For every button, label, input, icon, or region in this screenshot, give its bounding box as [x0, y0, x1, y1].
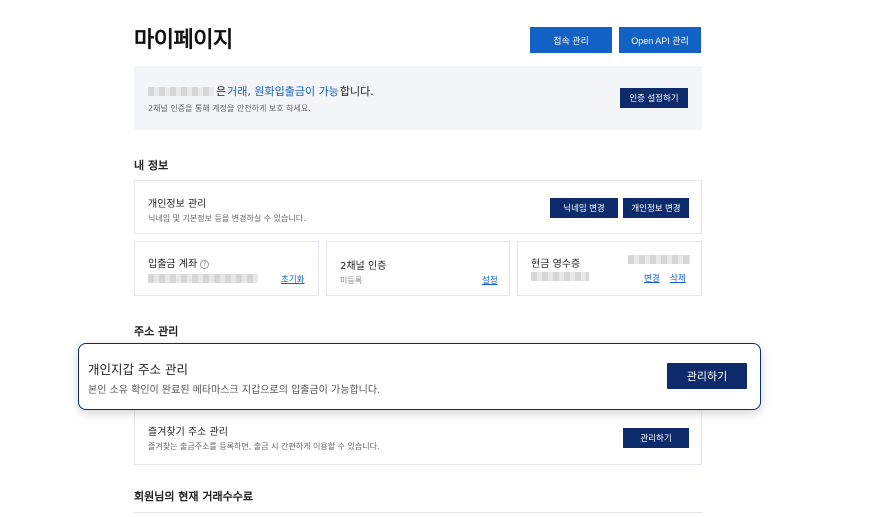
personal-wallet-title: 개인지갑 주소 관리	[88, 362, 188, 377]
receipt-delete-link[interactable]: 삭제	[670, 272, 686, 284]
notice-message: 은 거래, 원화입출금이 가능 합니다.	[148, 83, 374, 99]
favorite-address-manage-button[interactable]: 관리하기	[623, 428, 689, 448]
two-channel-auth-card: 2채널 인증 미등록 설정	[326, 241, 510, 296]
masked-receipt-info	[628, 255, 690, 264]
personal-info-subtitle: 닉네임 및 기본정보 등을 변경하실 수 있습니다.	[148, 214, 306, 223]
masked-receipt-number	[531, 272, 589, 281]
fees-section-title: 회원님의 현재 거래수수료	[134, 490, 253, 503]
access-management-button[interactable]: 접속 관리	[530, 27, 612, 53]
cash-receipt-card: 현금 영수증 변경 삭제	[517, 241, 702, 296]
masked-account-number	[148, 274, 258, 283]
notice-prefix: 은	[216, 85, 227, 98]
notice-highlight: 거래, 원화입출금이 가능	[227, 85, 339, 98]
my-info-section-title: 내 정보	[134, 159, 169, 172]
bank-account-card: 입출금 계좌? 초기화	[134, 241, 319, 296]
personal-info-title: 개인정보 관리	[148, 199, 207, 210]
security-notice-banner: 은 거래, 원화입출금이 가능 합니다. 2채널 인증을 통해 계정을 안전하게…	[134, 66, 702, 130]
cash-receipt-title: 현금 영수증	[531, 259, 581, 270]
favorite-address-subtitle: 즐겨찾는 출금주소를 등록하면, 출금 시 간편하게 이용할 수 있습니다.	[148, 442, 380, 451]
fees-card-top-border	[134, 512, 702, 513]
notice-suffix: 합니다.	[339, 85, 374, 98]
personal-wallet-manage-button[interactable]: 관리하기	[667, 363, 747, 389]
two-channel-setup-link[interactable]: 설정	[482, 274, 498, 286]
page-title: 마이페이지	[134, 28, 233, 53]
bank-account-label: 입출금 계좌	[148, 259, 198, 270]
personal-info-change-button[interactable]: 개인정보 변경	[623, 198, 689, 218]
personal-wallet-subtitle: 본인 소유 확인이 완료된 메타마스크 지갑으로의 입출금이 가능합니다.	[88, 385, 381, 396]
two-channel-auth-status: 미등록	[340, 276, 363, 285]
open-api-management-button[interactable]: Open API 관리	[619, 27, 701, 53]
personal-info-card: 개인정보 관리 닉네임 및 기본정보 등을 변경하실 수 있습니다. 닉네임 변…	[134, 180, 702, 234]
two-channel-auth-title: 2채널 인증	[340, 261, 387, 272]
nickname-change-button[interactable]: 닉네임 변경	[550, 198, 618, 218]
personal-wallet-address-card: 개인지갑 주소 관리 본인 소유 확인이 완료된 메타마스크 지갑으로의 입출금…	[78, 343, 761, 410]
address-section-title: 주소 관리	[134, 325, 179, 338]
receipt-change-link[interactable]: 변경	[644, 272, 660, 284]
account-reset-link[interactable]: 초기화	[281, 273, 304, 285]
favorite-address-title: 즐겨찾기 주소 관리	[148, 427, 228, 438]
help-icon[interactable]: ?	[200, 259, 210, 269]
notice-subtext: 2채널 인증을 통해 계정을 안전하게 보호 하세요.	[148, 104, 311, 113]
masked-username	[148, 86, 214, 96]
auth-setup-button[interactable]: 인증 설정하기	[620, 88, 688, 108]
bank-account-title: 입출금 계좌?	[148, 255, 210, 270]
